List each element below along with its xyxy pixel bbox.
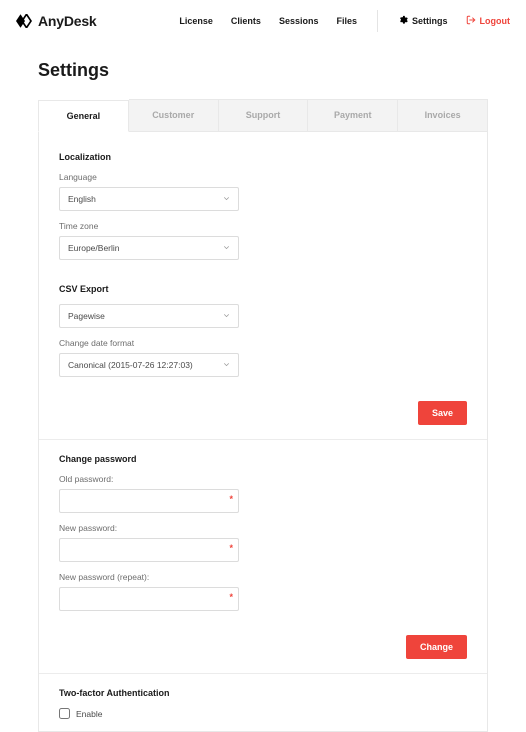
timezone-select[interactable]: Europe/Berlin <box>59 236 239 260</box>
section-divider <box>39 439 487 440</box>
page-title: Settings <box>38 60 488 81</box>
date-format-label: Change date format <box>59 338 467 348</box>
new-password-repeat-label: New password (repeat): <box>59 572 467 582</box>
tab-support[interactable]: Support <box>219 99 309 131</box>
nav-settings[interactable]: Settings <box>398 15 448 27</box>
nav-license[interactable]: License <box>179 16 213 26</box>
general-panel: Localization Language English Time zone … <box>38 132 488 732</box>
change-password-heading: Change password <box>59 454 467 464</box>
save-button[interactable]: Save <box>418 401 467 425</box>
brand-logo[interactable]: AnyDesk <box>16 13 97 29</box>
new-password-label: New password: <box>59 523 467 533</box>
language-select[interactable]: English <box>59 187 239 211</box>
gear-icon <box>398 15 408 27</box>
logout-icon <box>466 15 476 27</box>
tab-payment[interactable]: Payment <box>308 99 398 131</box>
old-password-label: Old password: <box>59 474 467 484</box>
language-label: Language <box>59 172 467 182</box>
enable-2fa-label: Enable <box>76 709 102 719</box>
section-divider <box>39 673 487 674</box>
change-button[interactable]: Change <box>406 635 467 659</box>
nav-sessions[interactable]: Sessions <box>279 16 319 26</box>
csv-export-heading: CSV Export <box>59 284 467 294</box>
top-nav: License Clients Sessions Files Settings … <box>179 10 510 32</box>
timezone-label: Time zone <box>59 221 467 231</box>
date-format-select-wrap: Canonical (2015-07-26 12:27:03) <box>59 353 239 377</box>
language-select-wrap: English <box>59 187 239 211</box>
anydesk-logo-icon <box>16 14 34 28</box>
old-password-input[interactable] <box>59 489 239 513</box>
top-bar: AnyDesk License Clients Sessions Files S… <box>0 0 526 42</box>
settings-tabs: General Customer Support Payment Invoice… <box>38 99 488 132</box>
nav-logout[interactable]: Logout <box>466 15 511 27</box>
enable-2fa-row[interactable]: Enable <box>59 708 467 719</box>
csv-mode-select[interactable]: Pagewise <box>59 304 239 328</box>
required-star-icon: * <box>229 592 233 602</box>
tab-customer[interactable]: Customer <box>129 99 219 131</box>
localization-heading: Localization <box>59 152 467 162</box>
nav-separator <box>377 10 378 32</box>
tab-general[interactable]: General <box>38 100 129 132</box>
brand-name: AnyDesk <box>38 13 97 29</box>
page-body: Settings General Customer Support Paymen… <box>0 42 526 732</box>
new-password-repeat-input[interactable] <box>59 587 239 611</box>
new-password-input[interactable] <box>59 538 239 562</box>
nav-files[interactable]: Files <box>336 16 357 26</box>
two-factor-heading: Two-factor Authentication <box>59 688 467 698</box>
nav-clients[interactable]: Clients <box>231 16 261 26</box>
timezone-select-wrap: Europe/Berlin <box>59 236 239 260</box>
required-star-icon: * <box>229 494 233 504</box>
date-format-select[interactable]: Canonical (2015-07-26 12:27:03) <box>59 353 239 377</box>
required-star-icon: * <box>229 543 233 553</box>
csv-mode-select-wrap: Pagewise <box>59 304 239 328</box>
tab-invoices[interactable]: Invoices <box>398 99 488 131</box>
enable-2fa-checkbox[interactable] <box>59 708 70 719</box>
